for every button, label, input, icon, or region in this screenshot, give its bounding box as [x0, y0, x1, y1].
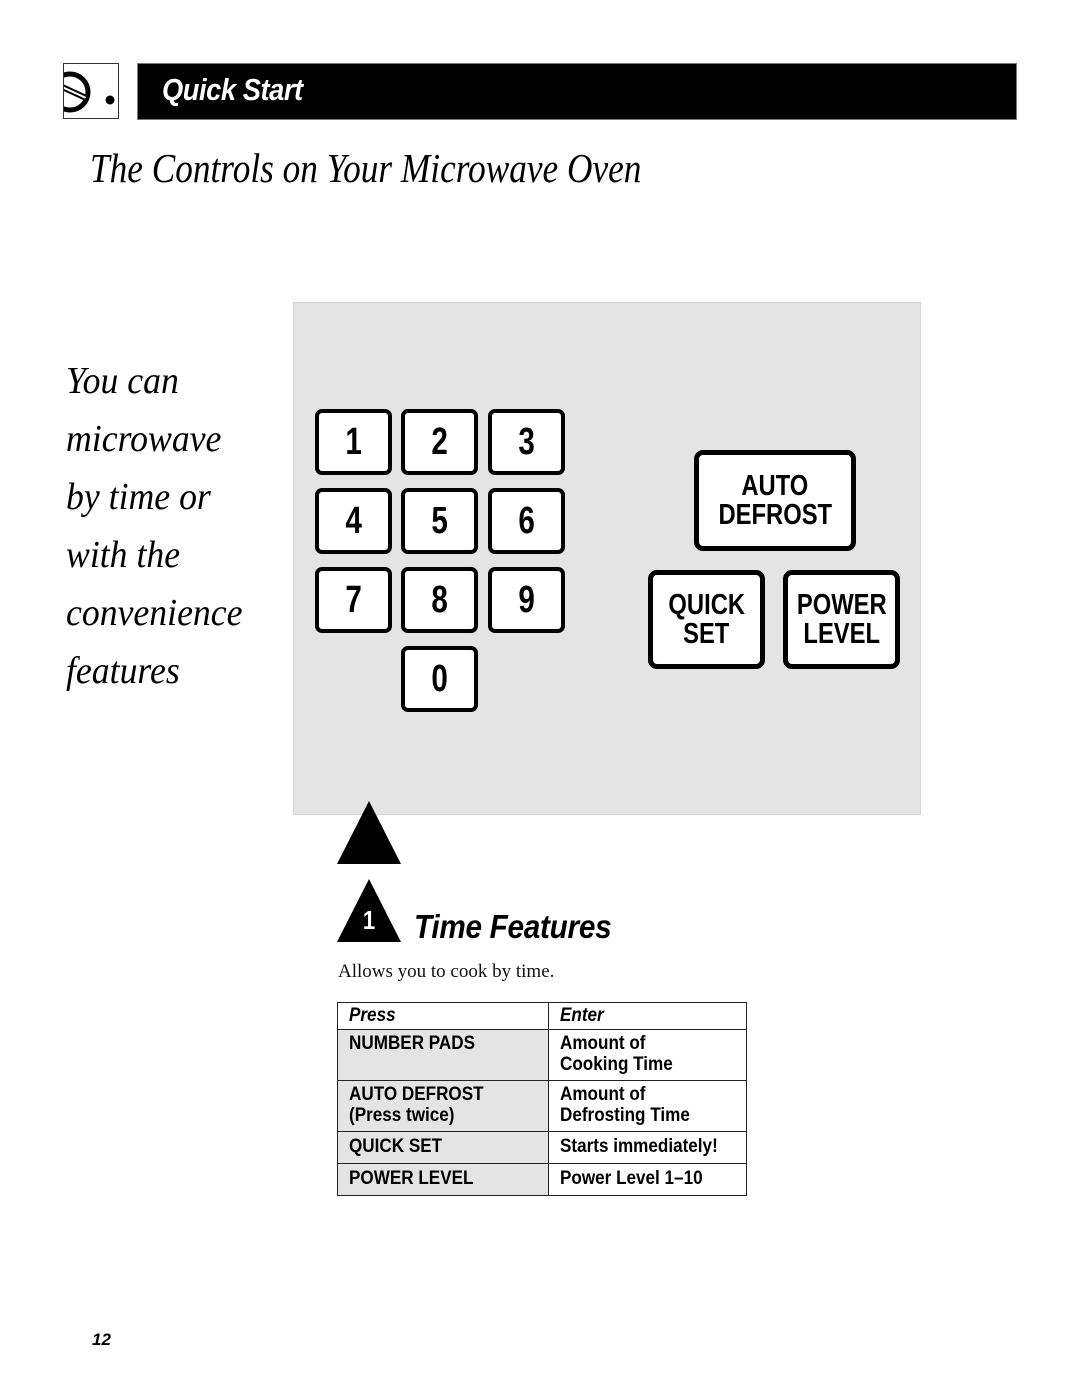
button-label-line: SET	[683, 617, 730, 650]
page-title: The Controls on Your Microwave Oven	[90, 145, 642, 191]
press-cell: QUICK SET	[337, 1131, 549, 1164]
key-label: 0	[431, 657, 448, 700]
enter-cell: Starts immediately!	[547, 1131, 748, 1164]
key-label: 7	[345, 578, 362, 621]
press-cell: POWER LEVEL	[337, 1163, 549, 1196]
feature-description: Allows you to cook by time.	[338, 961, 555, 982]
cell-line: Defrosting Time	[559, 1105, 690, 1126]
section-header-bar: Quick Start	[137, 63, 1017, 120]
pointer-triangle-icon	[337, 801, 401, 864]
intro-line: microwave	[66, 418, 222, 460]
number-key-8[interactable]: 8	[401, 567, 478, 633]
number-key-3[interactable]: 3	[488, 409, 565, 475]
section-label: Quick Start	[162, 72, 303, 107]
number-key-4[interactable]: 4	[315, 488, 392, 554]
feature-table: Press Enter NUMBER PADS Amount of Cookin…	[337, 1002, 748, 1196]
button-label-line: QUICK	[668, 588, 745, 621]
page-number: 12	[92, 1330, 111, 1349]
column-header-enter: Enter	[547, 1002, 748, 1030]
button-label-line: DEFROST	[718, 498, 832, 531]
cell-line: NUMBER PADS	[349, 1033, 476, 1054]
number-key-0[interactable]: 0	[401, 646, 478, 712]
cell-line: Starts immediately!	[559, 1136, 718, 1157]
cell-line: Amount of	[559, 1084, 646, 1105]
cell-line: Cooking Time	[559, 1054, 673, 1075]
intro-line: convenience	[66, 592, 243, 634]
number-key-1[interactable]: 1	[315, 409, 392, 475]
number-key-7[interactable]: 7	[315, 567, 392, 633]
key-label: 1	[345, 420, 362, 463]
table-row: POWER LEVEL Power Level 1–10	[337, 1163, 748, 1196]
cell-line: QUICK SET	[349, 1136, 443, 1157]
table-row: AUTO DEFROST (Press twice) Amount of Def…	[337, 1080, 748, 1132]
enter-cell: Amount of Cooking Time	[547, 1029, 748, 1081]
cell-line: (Press twice)	[349, 1105, 455, 1126]
header-label: Press	[349, 1005, 396, 1026]
intro-line: features	[66, 650, 180, 692]
enter-cell: Power Level 1–10	[547, 1163, 748, 1196]
quick-set-button[interactable]: QUICK SET	[648, 570, 765, 669]
column-header-press: Press	[337, 1002, 549, 1030]
table-row: NUMBER PADS Amount of Cooking Time	[337, 1029, 748, 1081]
number-key-2[interactable]: 2	[401, 409, 478, 475]
key-label: 5	[431, 499, 448, 542]
auto-defrost-button[interactable]: AUTO DEFROST	[694, 450, 856, 551]
cell-line: Amount of	[559, 1033, 646, 1054]
intro-line: by time or	[66, 476, 211, 518]
enter-cell: Amount of Defrosting Time	[547, 1080, 748, 1132]
feature-title: Time Features	[414, 908, 612, 945]
microwave-dial-icon	[63, 63, 119, 119]
press-cell: NUMBER PADS	[337, 1029, 549, 1081]
key-label: 6	[518, 499, 535, 542]
power-level-button[interactable]: POWER LEVEL	[783, 570, 900, 669]
key-label: 4	[345, 499, 362, 542]
key-label: 3	[518, 420, 535, 463]
intro-line: You can	[66, 360, 179, 402]
table-header-row: Press Enter	[337, 1002, 748, 1030]
header-label: Enter	[559, 1005, 604, 1026]
key-label: 8	[431, 578, 448, 621]
cell-line: AUTO DEFROST	[349, 1084, 484, 1105]
button-label-line: LEVEL	[803, 617, 880, 650]
table-row: QUICK SET Starts immediately!	[337, 1131, 748, 1164]
feature-number: 1	[362, 905, 376, 935]
intro-line: with the	[66, 534, 181, 576]
key-label: 9	[518, 578, 535, 621]
number-key-5[interactable]: 5	[401, 488, 478, 554]
cell-line: Power Level 1–10	[559, 1168, 703, 1189]
key-label: 2	[431, 420, 448, 463]
control-panel	[293, 302, 921, 815]
number-key-9[interactable]: 9	[488, 567, 565, 633]
button-label-line: POWER	[796, 588, 887, 621]
intro-text: You can microwave by time or with the co…	[66, 352, 273, 700]
press-cell: AUTO DEFROST (Press twice)	[337, 1080, 549, 1132]
cell-line: POWER LEVEL	[349, 1168, 474, 1189]
button-label-line: AUTO	[741, 469, 809, 502]
number-key-6[interactable]: 6	[488, 488, 565, 554]
